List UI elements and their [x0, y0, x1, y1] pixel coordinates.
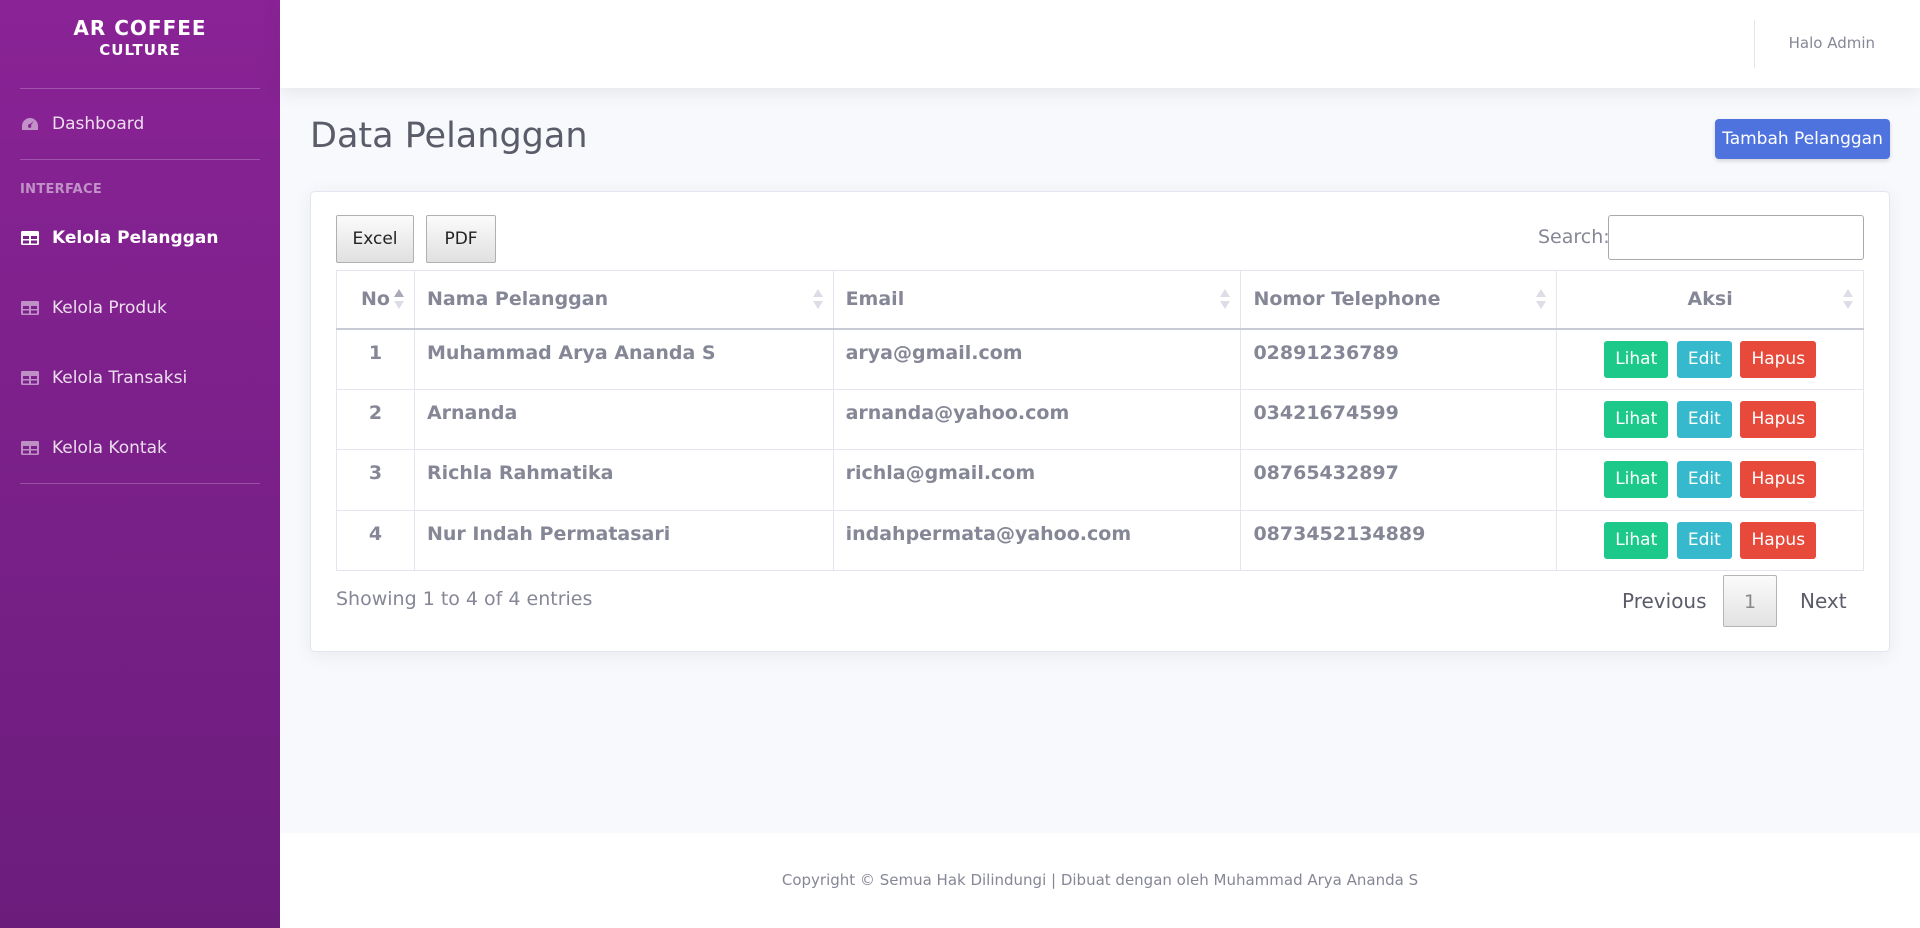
table-row: 4 Nur Indah Permatasari indahpermata@yah…: [336, 509, 1864, 571]
cell-telephone: 03421674599: [1240, 388, 1558, 450]
header-label: Nomor Telephone: [1253, 288, 1441, 311]
table-row: 1 Muhammad Arya Ananda S arya@gmail.com …: [336, 328, 1864, 390]
sort-icon: [1843, 289, 1853, 311]
column-header-email[interactable]: Email: [832, 270, 1242, 330]
sidebar-item-label: Kelola Pelanggan: [52, 228, 219, 248]
sort-icon: [1220, 289, 1231, 311]
brand-line-2: CULTURE: [99, 41, 181, 59]
table-row: 3 Richla Rahmatika richla@gmail.com 0876…: [336, 449, 1864, 511]
edit-button[interactable]: Edit: [1676, 340, 1732, 378]
sidebar-item-kelola-pelanggan[interactable]: Kelola Pelanggan: [0, 203, 280, 273]
brand-logo[interactable]: AR COFFEE CULTURE: [0, 0, 280, 88]
cell-actions: Lihat Edit Hapus: [1556, 509, 1864, 571]
cell-email: richla@gmail.com: [832, 449, 1242, 511]
cell-actions: Lihat Edit Hapus: [1556, 328, 1864, 390]
tachometer-icon: [20, 116, 40, 132]
pagination-next[interactable]: Next: [1800, 575, 1847, 627]
sidebar: AR COFFEE CULTURE Dashboard INTERFACE Ke…: [0, 0, 280, 928]
copyright-text: Copyright © Semua Hak Dilindungi | Dibua…: [781, 871, 1419, 889]
cell-nama: Muhammad Arya Ananda S: [413, 328, 834, 390]
cell-actions: Lihat Edit Hapus: [1556, 449, 1864, 511]
sidebar-item-kelola-kontak[interactable]: Kelola Kontak: [0, 413, 280, 483]
column-header-aksi[interactable]: Aksi: [1556, 270, 1864, 330]
header-label: Aksi: [1687, 288, 1733, 311]
header-label: Email: [845, 288, 905, 311]
table-row: 2 Arnanda arnanda@yahoo.com 03421674599 …: [336, 388, 1864, 450]
cell-no: 3: [336, 449, 415, 511]
page-title: Data Pelanggan: [310, 116, 588, 156]
pagination-page-1[interactable]: 1: [1723, 575, 1777, 627]
brand-line-1: AR COFFEE: [73, 16, 207, 40]
view-button[interactable]: Lihat: [1604, 521, 1669, 559]
sort-icon: [1536, 289, 1547, 311]
cell-telephone: 02891236789: [1240, 328, 1558, 390]
cell-no: 2: [336, 388, 415, 450]
sidebar-item-label: Kelola Transaksi: [52, 368, 188, 388]
table-icon: [20, 440, 40, 456]
column-header-nama[interactable]: Nama Pelanggan: [413, 270, 834, 330]
header-label: Nama Pelanggan: [426, 288, 609, 311]
cell-email: indahpermata@yahoo.com: [832, 509, 1242, 571]
cell-email: arya@gmail.com: [832, 328, 1242, 390]
sidebar-item-label: Kelola Produk: [52, 298, 167, 318]
view-button[interactable]: Lihat: [1604, 461, 1669, 498]
sidebar-item-kelola-produk[interactable]: Kelola Produk: [0, 273, 280, 343]
column-header-telephone[interactable]: Nomor Telephone: [1240, 270, 1558, 330]
sidebar-item-label: Kelola Kontak: [52, 438, 167, 458]
view-button[interactable]: Lihat: [1604, 340, 1669, 378]
table-icon: [20, 230, 40, 246]
delete-button[interactable]: Hapus: [1740, 400, 1817, 438]
delete-button[interactable]: Hapus: [1740, 340, 1817, 378]
cell-nama: Nur Indah Permatasari: [413, 509, 834, 571]
sort-icon: [812, 289, 823, 311]
edit-button[interactable]: Edit: [1676, 461, 1732, 498]
search-input[interactable]: [1608, 215, 1864, 260]
view-button[interactable]: Lihat: [1604, 400, 1669, 438]
cell-nama: Arnanda: [413, 388, 834, 450]
sidebar-item-label: Dashboard: [52, 114, 145, 134]
sidebar-heading: INTERFACE: [20, 182, 103, 197]
user-dropdown[interactable]: Halo Admin: [1789, 34, 1875, 52]
table-header-row: No Nama Pelanggan Email Nomor Telephone …: [336, 270, 1864, 330]
topbar-divider: [1754, 20, 1755, 68]
table-info: Showing 1 to 4 of 4 entries: [336, 588, 593, 610]
cell-email: arnanda@yahoo.com: [832, 388, 1242, 450]
export-pdf-button[interactable]: PDF: [426, 215, 496, 263]
edit-button[interactable]: Edit: [1676, 521, 1732, 559]
edit-button[interactable]: Edit: [1676, 400, 1732, 438]
search-label: Search:: [1538, 226, 1610, 248]
cell-no: 4: [336, 509, 415, 571]
add-customer-button[interactable]: Tambah Pelanggan: [1715, 119, 1890, 159]
customer-table: No Nama Pelanggan Email Nomor Telephone …: [336, 270, 1864, 571]
delete-button[interactable]: Hapus: [1740, 461, 1817, 498]
table-icon: [20, 370, 40, 386]
footer: Copyright © Semua Hak Dilindungi | Dibua…: [280, 833, 1920, 928]
pagination-previous[interactable]: Previous: [1622, 575, 1707, 627]
sort-icon: [393, 289, 404, 311]
sidebar-item-kelola-transaksi[interactable]: Kelola Transaksi: [0, 343, 280, 413]
cell-nama: Richla Rahmatika: [413, 449, 834, 511]
export-excel-button[interactable]: Excel: [336, 215, 414, 263]
table-icon: [20, 300, 40, 316]
cell-no: 1: [336, 328, 415, 390]
column-header-no[interactable]: No: [336, 270, 415, 330]
cell-telephone: 0873452134889: [1240, 509, 1558, 571]
cell-telephone: 08765432897: [1240, 449, 1558, 511]
topbar: Halo Admin: [280, 0, 1920, 88]
sidebar-divider: [20, 483, 260, 484]
delete-button[interactable]: Hapus: [1740, 521, 1817, 559]
header-label: No: [360, 288, 390, 311]
sidebar-item-dashboard[interactable]: Dashboard: [0, 89, 280, 159]
cell-actions: Lihat Edit Hapus: [1556, 388, 1864, 450]
